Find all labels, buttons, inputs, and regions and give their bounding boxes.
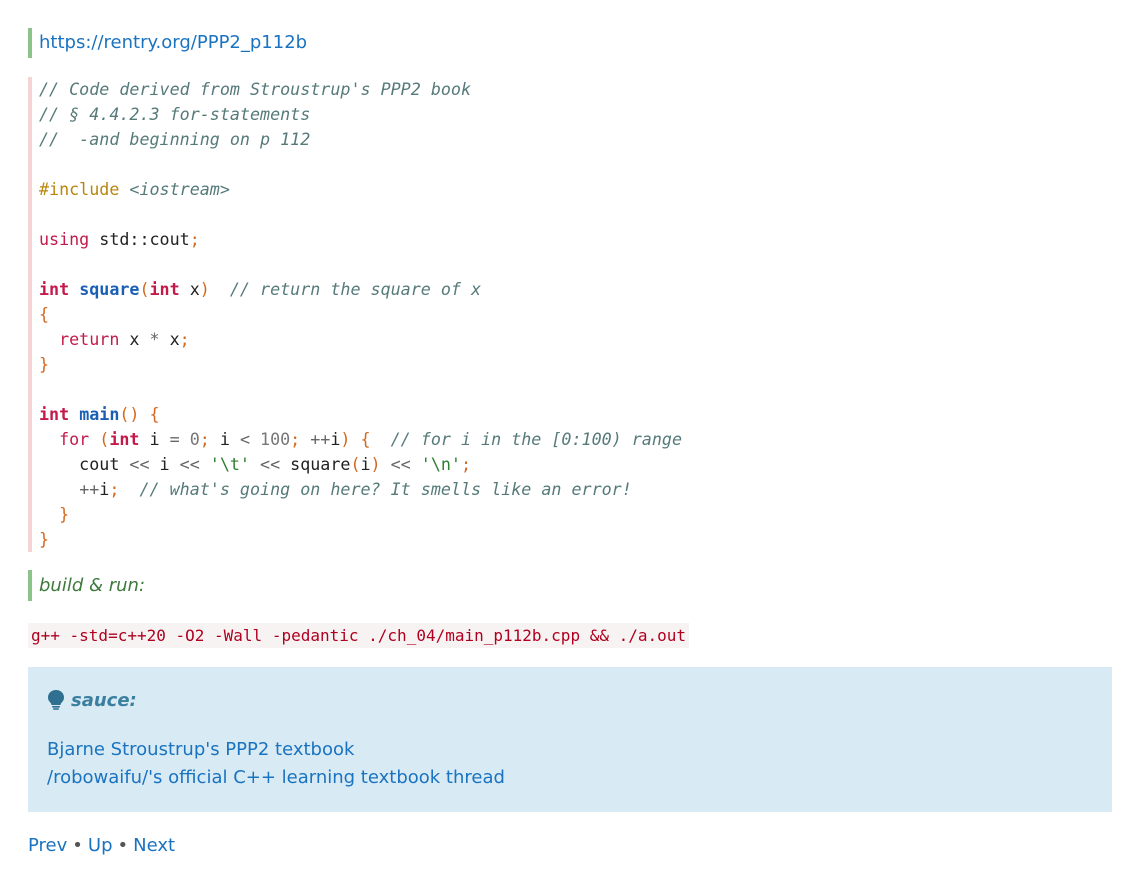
loop-comment: // what's going on here? It smells like … (139, 479, 632, 499)
code-include-line: #include <iostream> (39, 177, 1112, 202)
code-line: { (39, 304, 50, 324)
code-line: } (59, 504, 70, 524)
using-target: std::cout (99, 229, 190, 249)
url-blockquote: https://rentry.org/PPP2_p112b (28, 28, 307, 58)
up-link[interactable]: Up (88, 835, 113, 856)
code-line: } (39, 529, 50, 549)
code-line: } (39, 354, 50, 374)
build-label: build & run: (39, 575, 146, 596)
build-blockquote: build & run: (28, 570, 145, 601)
sauce-title: sauce: (71, 690, 137, 711)
ppp2-textbook-link[interactable]: Bjarne Stroustrup's PPP2 textbook (47, 736, 1093, 764)
square-comment: // return the square of x (229, 279, 482, 299)
code-using-line: using std::cout; (39, 229, 200, 249)
code-comment-line: // § 4.4.2.3 for-statements (39, 104, 311, 124)
code-for-line: for (int i = 0; i < 100; ++i) { // for i… (59, 429, 682, 449)
code-increment-line: ++i; // what's going on here? It smells … (79, 479, 632, 499)
rentry-url-link[interactable]: https://rentry.org/PPP2_p112b (39, 32, 307, 53)
code-block: // Code derived from Stroustrup's PPP2 b… (28, 77, 1112, 552)
nav-separator: • (72, 835, 83, 856)
page-navigation: Prev • Up • Next (28, 832, 175, 860)
code-main-signature: int main() { (39, 404, 160, 424)
code-line: return x * x; (59, 329, 190, 349)
code-cout-line: cout << i << '\t' << square(i) << '\n'; (39, 454, 472, 474)
code-comment-line: // Code derived from Stroustrup's PPP2 b… (39, 79, 472, 99)
include-header: <iostream> (129, 179, 230, 199)
sauce-links: Bjarne Stroustrup's PPP2 textbook /robow… (47, 736, 1093, 792)
include-directive: #include (39, 179, 120, 199)
textbook-thread-link[interactable]: /robowaifu/'s official C++ learning text… (47, 764, 1093, 792)
code-comment-line: // -and beginning on p 112 (39, 129, 311, 149)
sauce-header: sauce: (47, 687, 1093, 715)
lightbulb-icon (48, 690, 64, 710)
sauce-admonition: sauce: Bjarne Stroustrup's PPP2 textbook… (28, 667, 1112, 812)
build-command: g++ -std=c++20 -O2 -Wall -pedantic ./ch_… (28, 623, 690, 648)
using-keyword: using (39, 229, 90, 249)
for-comment: // for i in the [0:100) range (390, 429, 682, 449)
code-square-signature: int square(int x) // return the square o… (39, 279, 482, 299)
prev-link[interactable]: Prev (28, 835, 67, 856)
next-link[interactable]: Next (133, 835, 175, 856)
nav-separator: • (117, 835, 129, 856)
